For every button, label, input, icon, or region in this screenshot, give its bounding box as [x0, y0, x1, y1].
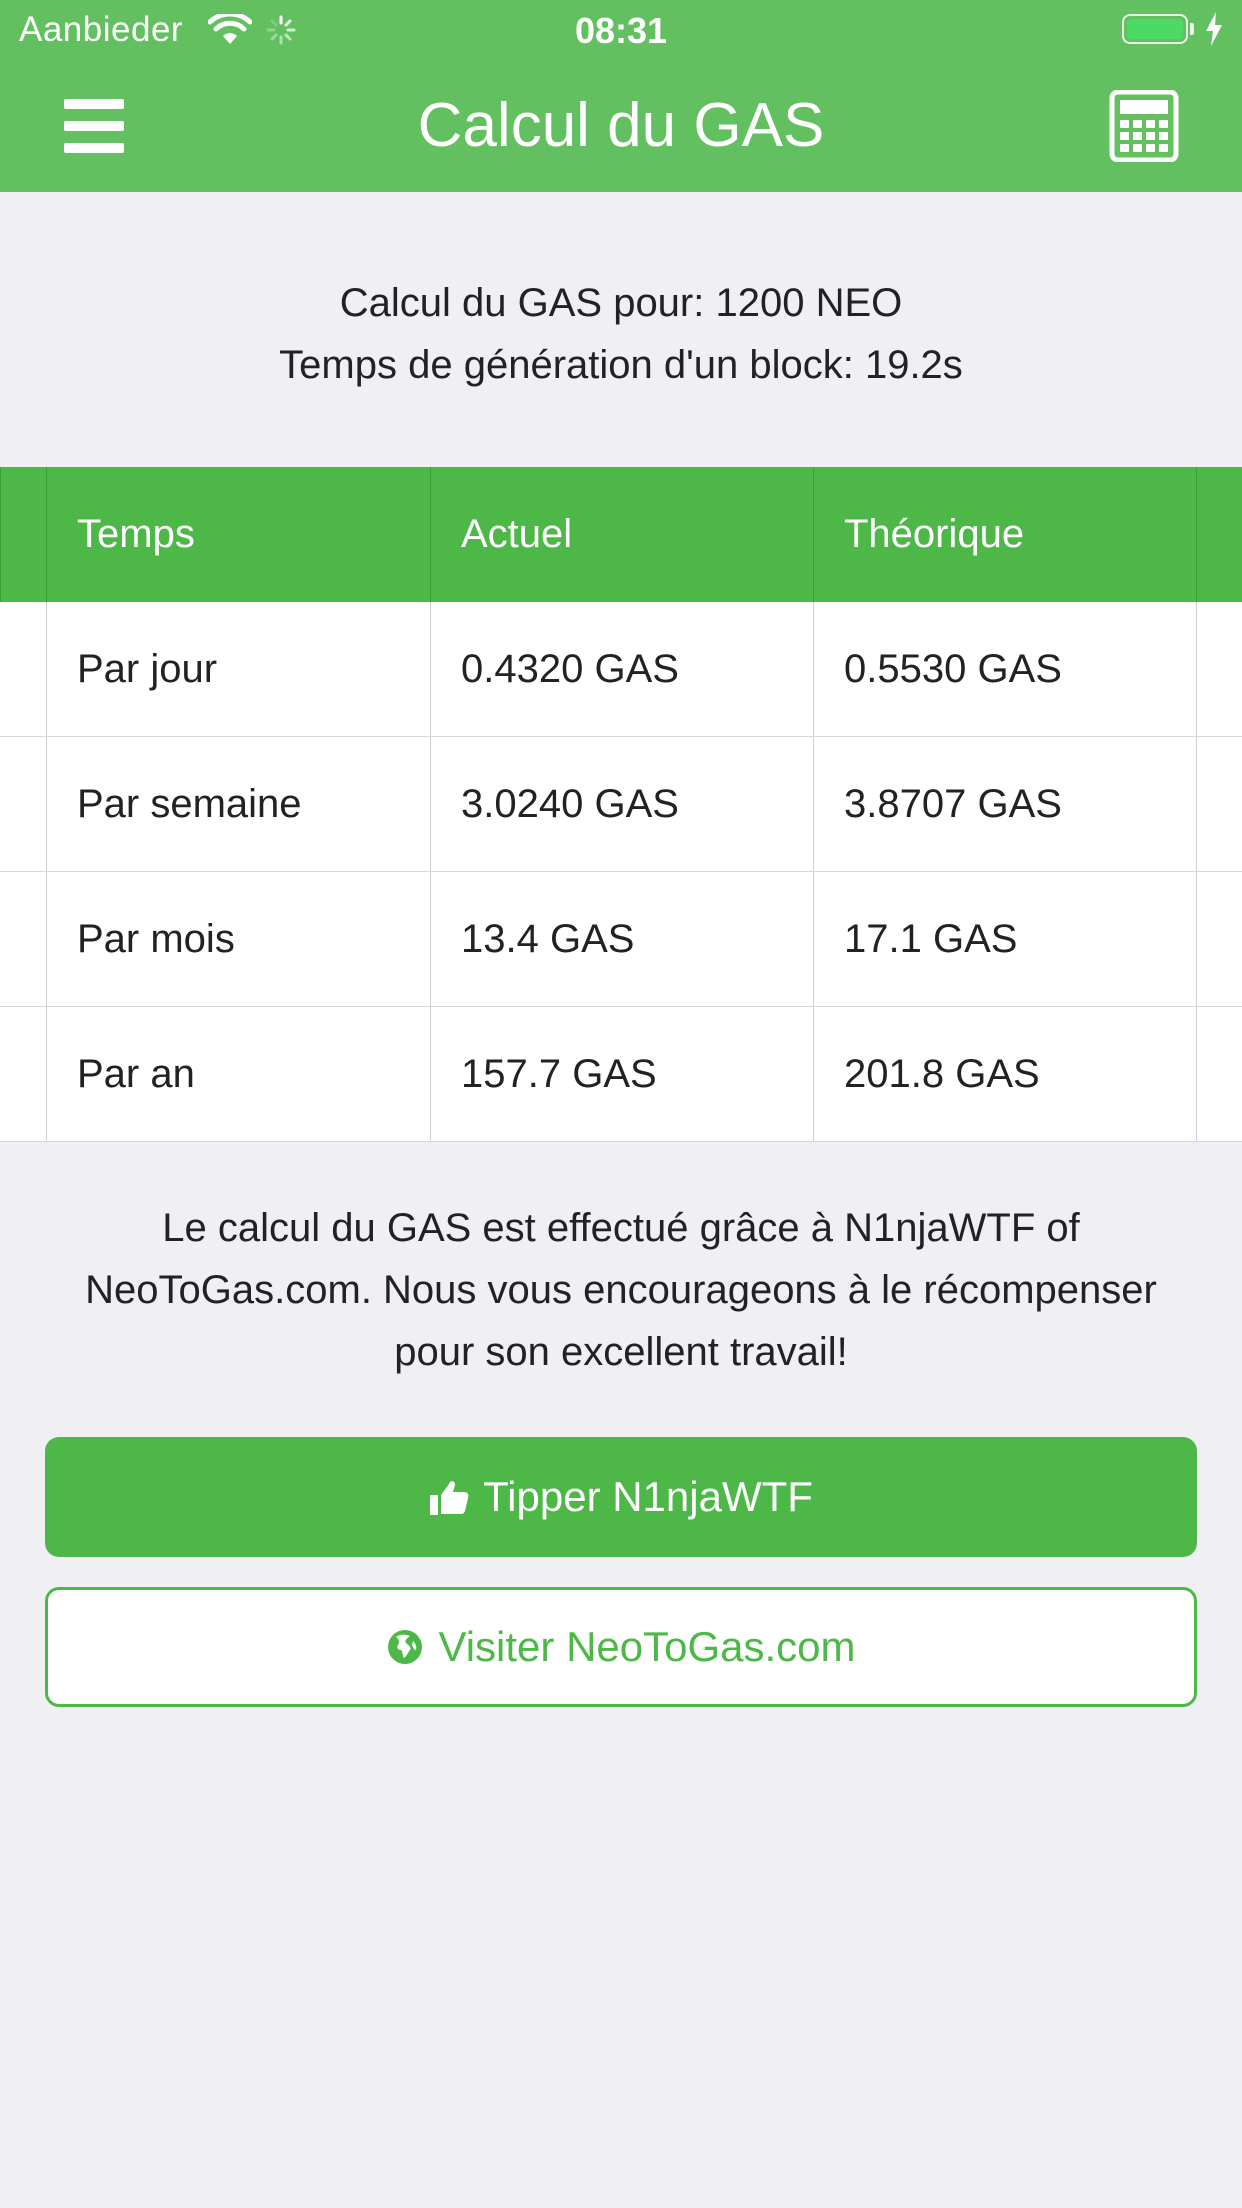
table-spacer-cell: [1196, 1007, 1242, 1141]
page-title: Calcul du GAS: [417, 91, 825, 160]
table-spacer-cell: [0, 737, 46, 871]
period-cell: Par semaine: [46, 737, 430, 871]
period-cell: Par an: [46, 1007, 430, 1141]
theoretical-value-cell: 201.8 GAS: [813, 1007, 1196, 1141]
actual-value-cell: 0.4320 GAS: [430, 602, 813, 736]
table-spacer-cell: [0, 872, 46, 1006]
status-bar: Aanbieder 08:31: [0, 0, 1242, 60]
gas-table: Temps Actuel Théorique Par jour 0.4320 G…: [0, 467, 1242, 1142]
theoretical-value-cell: 0.5530 GAS: [813, 602, 1196, 736]
column-header-actuel: Actuel: [430, 467, 813, 602]
battery-tip: [1190, 23, 1194, 35]
block-time-line: Temps de génération d'un block: 19.2s: [279, 343, 963, 387]
table-spacer-cell: [1196, 602, 1242, 736]
app-header: Aanbieder 08:31 Calcul du GAS: [0, 0, 1242, 192]
actual-value-cell: 157.7 GAS: [430, 1007, 813, 1141]
table-spacer-cell: [1196, 872, 1242, 1006]
globe-icon: [386, 1628, 424, 1666]
actual-value-cell: 3.0240 GAS: [430, 737, 813, 871]
battery-icon: [1122, 14, 1188, 44]
visit-button-label: Visiter NeoToGas.com: [438, 1623, 856, 1670]
theoretical-value-cell: 3.8707 GAS: [813, 737, 1196, 871]
table-spacer-cell: [1196, 467, 1242, 602]
period-cell: Par mois: [46, 872, 430, 1006]
visit-website-button[interactable]: Visiter NeoToGas.com: [45, 1587, 1197, 1707]
actual-value-cell: 13.4 GAS: [430, 872, 813, 1006]
table-spacer-cell: [0, 1007, 46, 1141]
table-spacer-cell: [0, 602, 46, 736]
table-row: Par an 157.7 GAS 201.8 GAS: [0, 1007, 1242, 1142]
table-spacer-cell: [0, 467, 46, 602]
table-row: Par semaine 3.0240 GAS 3.8707 GAS: [0, 737, 1242, 872]
table-row: Par jour 0.4320 GAS 0.5530 GAS: [0, 602, 1242, 737]
neo-amount-line: Calcul du GAS pour: 1200 NEO: [339, 281, 903, 325]
period-cell: Par jour: [46, 602, 430, 736]
table-header-row: Temps Actuel Théorique: [0, 467, 1242, 602]
tip-button[interactable]: Tipper N1njaWTF: [45, 1437, 1197, 1557]
column-header-theorique: Théorique: [813, 467, 1196, 602]
theoretical-value-cell: 17.1 GAS: [813, 872, 1196, 1006]
thumbs-up-icon: [429, 1478, 469, 1516]
column-header-temps: Temps: [46, 467, 430, 602]
calculation-info: Calcul du GAS pour: 1200 NEO Temps de gé…: [0, 272, 1242, 396]
tip-button-label: Tipper N1njaWTF: [483, 1473, 813, 1520]
credit-text: Le calcul du GAS est effectué grâce à N1…: [85, 1206, 1157, 1374]
table-row: Par mois 13.4 GAS 17.1 GAS: [0, 872, 1242, 1007]
charging-bolt-icon: [1204, 12, 1224, 55]
calculator-icon[interactable]: [1108, 89, 1180, 163]
table-spacer-cell: [1196, 737, 1242, 871]
status-time: 08:31: [574, 10, 668, 51]
